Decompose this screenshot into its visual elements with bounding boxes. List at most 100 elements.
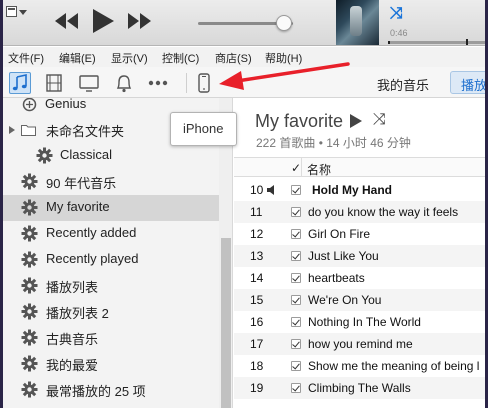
- gear-icon: [21, 277, 38, 294]
- track-checkbox[interactable]: [291, 251, 301, 261]
- shuffle-icon[interactable]: ⤨: [390, 5, 403, 23]
- sidebar-item-label: Recently played: [46, 251, 139, 266]
- sidebar-item-label: 播放列表: [46, 280, 99, 295]
- track-number: 10: [250, 183, 264, 197]
- chevron-right-icon[interactable]: [8, 126, 16, 134]
- sidebar-item-playlist-2[interactable]: 播放列表 2: [3, 299, 219, 325]
- sidebar-item-top-25[interactable]: 最常播放的 25 项: [3, 377, 219, 403]
- sidebar-item-recently-added[interactable]: Recently added: [3, 221, 219, 247]
- track-name: Nothing In The World: [308, 315, 421, 329]
- podcasts-icon[interactable]: [113, 72, 135, 94]
- sidebar-item-my-favorite[interactable]: My favorite: [3, 195, 219, 221]
- track-checkbox[interactable]: [291, 273, 301, 283]
- player-bar: ⤨ 0:46: [3, 0, 485, 46]
- device-tooltip: iPhone: [170, 112, 237, 146]
- column-divider: [301, 158, 302, 177]
- playlist-meta: 222 首歌曲 • 14 小时 46 分钟: [256, 136, 411, 150]
- track-number: 18: [250, 359, 264, 373]
- track-checkbox[interactable]: [291, 383, 301, 393]
- table-row[interactable]: 18 Show me the meaning of being l: [234, 355, 485, 377]
- next-icon[interactable]: [127, 11, 153, 31]
- music-icon[interactable]: [9, 72, 31, 94]
- playlist-view: My favorite ⤨ 222 首歌曲 • 14 小时 46 分钟 ✓ 名称…: [234, 98, 485, 408]
- track-checkbox[interactable]: [291, 185, 301, 195]
- gear-icon: [21, 251, 38, 268]
- column-check[interactable]: ✓: [291, 161, 301, 175]
- sidebar-item-playlist[interactable]: 播放列表: [3, 273, 219, 299]
- track-checkbox[interactable]: [291, 207, 301, 217]
- track-checkbox[interactable]: [291, 361, 301, 371]
- track-number: 11: [250, 205, 263, 219]
- sidebar-item-label: 播放列表 2: [46, 306, 109, 321]
- volume-knob[interactable]: [275, 15, 292, 31]
- progress-bar[interactable]: [388, 41, 485, 44]
- table-row[interactable]: 10 Hold My Hand: [234, 179, 485, 201]
- table-row[interactable]: 14 heartbeats: [234, 267, 485, 289]
- gear-icon: [21, 303, 38, 320]
- toolbar-divider: [186, 73, 187, 93]
- track-name: heartbeats: [308, 271, 365, 285]
- table-row[interactable]: 12 Girl On Fire: [234, 223, 485, 245]
- sidebar-item-classical[interactable]: Classical: [3, 143, 219, 169]
- speaker-icon: [267, 185, 274, 195]
- annotation-arrow: [215, 57, 355, 100]
- table-row[interactable]: 19 Climbing The Walls: [234, 377, 485, 399]
- folder-icon: [21, 125, 36, 136]
- gear-icon: [21, 199, 38, 216]
- track-number: 16: [250, 315, 264, 329]
- previous-icon[interactable]: [53, 11, 79, 31]
- track-checkbox[interactable]: [291, 317, 301, 327]
- menu-view[interactable]: 显示(V): [111, 50, 148, 66]
- table-row[interactable]: 16 Nothing In The World: [234, 311, 485, 333]
- track-name: Show me the meaning of being l: [308, 359, 480, 373]
- track-checkbox[interactable]: [291, 339, 301, 349]
- table-row[interactable]: 17 how you remind me: [234, 333, 485, 355]
- play-icon[interactable]: [349, 114, 363, 128]
- album-artwork[interactable]: [336, 0, 379, 45]
- table-row[interactable]: 15 We're On You: [234, 289, 485, 311]
- sidebar-item-label: 90 年代音乐: [46, 176, 117, 191]
- sidebar-item-my-favorites-cn[interactable]: 我的最爱: [3, 351, 219, 377]
- movies-icon[interactable]: [43, 72, 65, 94]
- track-name: Hold My Hand: [312, 183, 392, 197]
- more-icon[interactable]: [147, 72, 169, 94]
- genius-icon: [22, 98, 37, 112]
- track-checkbox[interactable]: [291, 295, 301, 305]
- sidebar-item-recently-played[interactable]: Recently played: [3, 247, 219, 273]
- tab-my-music[interactable]: 我的音乐: [377, 75, 429, 94]
- sidebar-item-classical-music[interactable]: 古典音乐: [3, 325, 219, 351]
- sidebar-scrollbar-thumb[interactable]: [221, 238, 231, 408]
- elapsed-time: 0:46: [390, 28, 408, 38]
- sidebar-item-label: Genius: [45, 98, 87, 111]
- track-name: We're On You: [308, 293, 382, 307]
- sidebar-item-label: 我的最爱: [46, 358, 99, 373]
- play-icon[interactable]: [91, 8, 115, 34]
- tab-playlists[interactable]: 播放: [450, 71, 485, 94]
- gear-icon: [21, 173, 38, 190]
- sidebar-item-label: My favorite: [46, 199, 110, 214]
- shuffle-icon[interactable]: ⤨: [373, 111, 386, 129]
- gear-icon: [21, 355, 38, 372]
- menu-file[interactable]: 文件(F): [8, 50, 44, 66]
- table-row[interactable]: 11 do you know the way it feels: [234, 201, 485, 223]
- iphone-icon[interactable]: [193, 72, 215, 94]
- track-name: how you remind me: [308, 337, 413, 351]
- menu-control[interactable]: 控制(C): [162, 50, 199, 66]
- track-number: 12: [250, 227, 264, 241]
- track-checkbox[interactable]: [291, 229, 301, 239]
- gear-icon: [21, 225, 38, 242]
- table-row[interactable]: 13 Just Like You: [234, 245, 485, 267]
- sidebar-item-label: 最常播放的 25 项: [46, 384, 146, 399]
- tv-icon[interactable]: [78, 72, 100, 94]
- sidebar-item-label: 未命名文件夹: [46, 124, 125, 139]
- playlist-title: My favorite: [255, 111, 344, 131]
- column-name[interactable]: 名称: [307, 161, 331, 178]
- window-menu-button[interactable]: [6, 6, 28, 20]
- sidebar-item-label: Recently added: [46, 225, 137, 240]
- menu-edit[interactable]: 编辑(E): [59, 50, 96, 66]
- sidebar-item-90s-music[interactable]: 90 年代音乐: [3, 169, 219, 195]
- gear-icon: [36, 147, 53, 164]
- track-number: 19: [250, 381, 264, 395]
- track-number: 14: [250, 271, 264, 285]
- track-name: Just Like You: [308, 249, 379, 263]
